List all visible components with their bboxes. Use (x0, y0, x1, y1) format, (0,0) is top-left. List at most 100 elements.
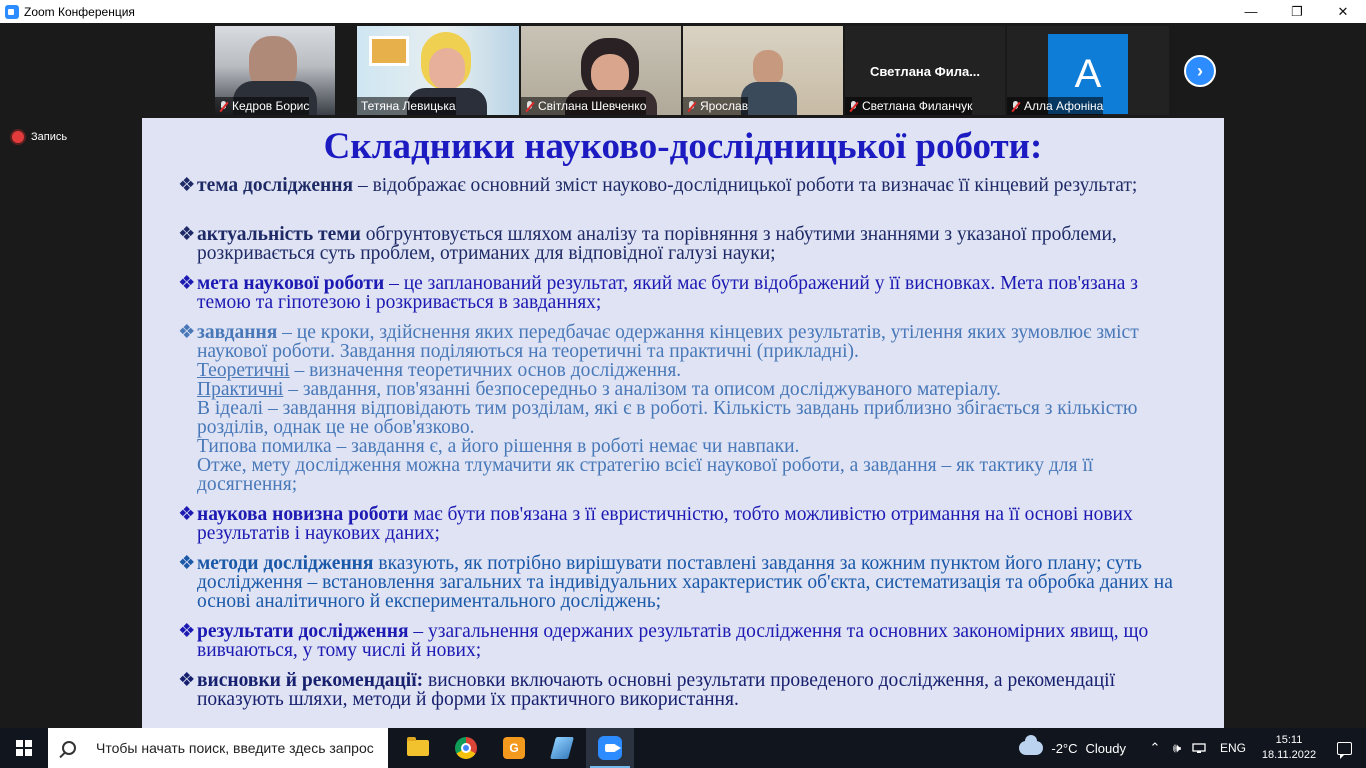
shared-screen-slide: Складники науково-дослідницької роботи: … (142, 118, 1224, 728)
diamond-bullet-icon: ❖ (178, 670, 196, 691)
taskbar-app-chrome[interactable] (442, 728, 490, 768)
muted-mic-icon (219, 100, 228, 112)
search-icon (62, 741, 76, 755)
sub-text: Отже, мету дослідження можна тлумачити я… (197, 455, 1094, 495)
taskbar-search[interactable] (48, 728, 388, 768)
slide-bullet-item: ❖ мета наукової роботи – це запланований… (178, 273, 1194, 313)
window-title: Zoom Конференция (24, 4, 135, 19)
diamond-bullet-icon: ❖ (178, 553, 196, 574)
diamond-bullet-icon: ❖ (178, 504, 196, 525)
bullet-term: завдання (197, 322, 278, 343)
bullet-term: висновки й рекомендації: (197, 670, 424, 691)
clock-date: 18.11.2022 (1261, 749, 1317, 761)
taskbar-app-file-explorer[interactable] (394, 728, 442, 768)
weather-condition: Cloudy (1085, 740, 1126, 756)
record-icon (12, 131, 24, 143)
app-icon (550, 737, 574, 759)
window-titlebar: Zoom Конференция — ❐ ✕ (0, 0, 1366, 23)
show-hidden-icons-chevron-icon[interactable]: ⌃ (1144, 740, 1166, 756)
network-icon[interactable] (1188, 741, 1210, 756)
language-indicator[interactable]: ENG (1220, 741, 1246, 755)
participant-name-bar: Ярослав (683, 97, 749, 115)
participant-tile[interactable]: Кедров Борис (215, 26, 335, 115)
folder-icon (407, 737, 429, 756)
participant-name: Кедров Борис (232, 99, 310, 113)
diamond-bullet-icon: ❖ (178, 224, 196, 245)
slide-bullet-item: ❖ результати дослідження – узагальнення … (178, 621, 1194, 661)
slide-bullet-item: ❖ актуальність теми обгрунтовується шлях… (178, 224, 1194, 264)
sub-term: Теоретичні (197, 360, 290, 381)
taskbar-app-zoom[interactable] (586, 728, 634, 768)
recording-indicator[interactable]: Запись (12, 131, 67, 143)
minimize-button[interactable]: — (1228, 0, 1274, 23)
participant-tile-active-speaker[interactable]: Тетяна Левицька (357, 26, 519, 115)
sub-text: В ідеалі – завдання відповідають тим роз… (197, 398, 1138, 438)
slide-title: Складники науково-дослідницької роботи: (323, 126, 1043, 167)
participant-name: Тетяна Левицька (361, 99, 456, 113)
participant-display-name: Светлана Фила... (869, 64, 981, 79)
diamond-bullet-icon: ❖ (178, 322, 196, 343)
start-button[interactable] (0, 728, 48, 768)
participant-name: Светлана Филанчук (862, 99, 973, 113)
weather-temp: -2°C (1051, 740, 1078, 756)
participant-name: Світлана Шевченко (538, 99, 647, 113)
muted-mic-icon (525, 100, 534, 112)
bullet-term: методи дослідження (197, 553, 374, 574)
participant-tile[interactable]: Ярослав (683, 26, 843, 115)
participant-video-strip: Кедров Борис Тетяна Левицька Світлана Ше… (0, 23, 1366, 118)
sub-text: – визначення теоретичних основ досліджен… (289, 360, 682, 381)
system-tray: -2°C Cloudy ⌃ 🕪 ENG 15:11 18.11.2022 (1019, 728, 1366, 768)
volume-icon[interactable]: 🕪 (1166, 740, 1188, 756)
participant-tile[interactable]: Світлана Шевченко (521, 26, 681, 115)
close-button[interactable]: ✕ (1320, 0, 1366, 23)
participant-name-bar: Кедров Борис (215, 97, 310, 115)
notification-icon (1336, 741, 1352, 759)
bullet-term: результати дослідження (197, 621, 409, 642)
muted-mic-icon (849, 100, 858, 112)
recording-label: Запись (31, 131, 68, 143)
slide-bullet-item: ❖ висновки й рекомендації: висновки вклю… (178, 670, 1194, 710)
slide-bullet-item: ❖ тема дослідження – відображає основний… (178, 175, 1194, 196)
weather-widget[interactable]: -2°C Cloudy (1019, 735, 1126, 756)
muted-mic-icon (1011, 100, 1020, 112)
action-center-button[interactable] (1322, 741, 1366, 759)
participant-name: Ярослав (700, 99, 749, 113)
bullet-text: – це кроки, здійснення яких передбачає о… (197, 322, 1139, 362)
zoom-logo-icon (5, 4, 19, 19)
sub-term: Практичні (197, 379, 284, 400)
bullet-term: тема дослідження (197, 175, 354, 196)
maximize-button[interactable]: ❐ (1274, 0, 1320, 23)
slide-bullet-item: ❖ методи дослідження вказують, як потріб… (178, 553, 1194, 612)
taskbar-app[interactable] (538, 728, 586, 768)
sub-text: – завдання, пов'язанні безпосередньо з а… (283, 379, 1001, 400)
diamond-bullet-icon: ❖ (178, 273, 196, 294)
cloud-icon (1019, 735, 1044, 755)
chrome-icon (455, 737, 477, 759)
clock[interactable]: 15:11 18.11.2022 (1256, 733, 1322, 763)
muted-mic-icon (687, 100, 696, 112)
participant-tile-no-video[interactable]: Светлана Фила... Светлана Филанчук (845, 26, 1005, 115)
bullet-term: наукова новизна роботи (197, 504, 409, 525)
slide-bullet-item: ❖ наукова новизна роботи має бути пов'яз… (178, 504, 1194, 544)
windows-logo-icon (16, 740, 32, 756)
participant-name-bar: Светлана Филанчук (845, 97, 973, 115)
participant-name-bar: Тетяна Левицька (357, 97, 456, 115)
clock-time: 15:11 (1275, 734, 1303, 746)
participant-name-bar: Світлана Шевченко (521, 97, 647, 115)
diamond-bullet-icon: ❖ (178, 175, 196, 196)
search-input[interactable] (96, 740, 386, 756)
participant-name-bar: Алла Афоніна (1007, 97, 1104, 115)
bullet-term: актуальність теми (197, 224, 361, 245)
next-participants-button[interactable]: › (1184, 55, 1216, 87)
taskbar-app-orange[interactable]: G (490, 728, 538, 768)
zoom-icon (598, 736, 622, 760)
bullet-term: мета наукової роботи (197, 273, 385, 294)
diamond-bullet-icon: ❖ (178, 621, 196, 642)
sub-text: Типова помилка – завдання є, а його ріше… (197, 436, 800, 457)
participant-tile-no-video[interactable]: A Алла Афоніна (1007, 26, 1169, 115)
orange-app-icon: G (503, 737, 525, 759)
slide-bullet-item: ❖ завдання – це кроки, здійснення яких п… (178, 322, 1194, 495)
bullet-text: – відображає основний зміст науково-досл… (353, 175, 1138, 196)
participant-name: Алла Афоніна (1024, 99, 1104, 113)
windows-taskbar: G -2°C Cloudy ⌃ 🕪 ENG 15:11 18.11.2022 (0, 728, 1366, 768)
